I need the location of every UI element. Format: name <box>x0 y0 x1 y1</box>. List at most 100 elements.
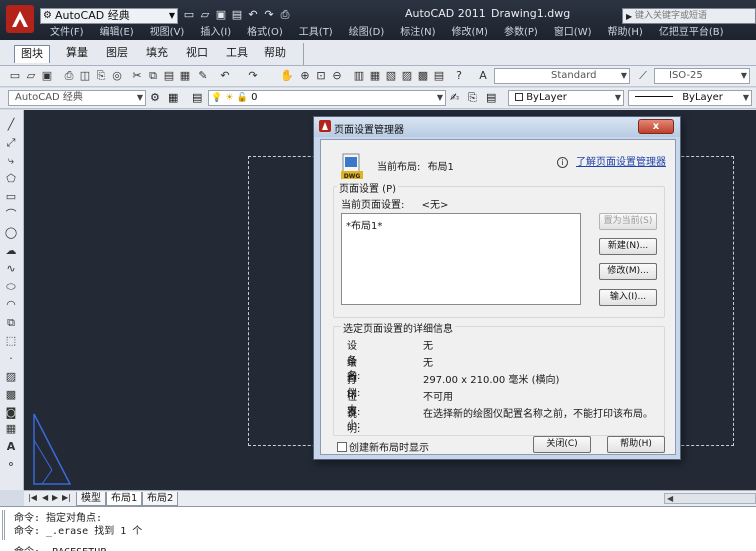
workspace-combo[interactable]: AutoCAD 经典 ▼ <box>8 90 146 106</box>
undo-icon[interactable]: ↶ <box>218 69 232 83</box>
tab-help[interactable]: 帮助 <box>258 45 292 63</box>
layer-previous-icon[interactable]: ✍ <box>450 91 459 104</box>
menu-modify[interactable]: 修改(M) <box>444 26 496 40</box>
tool-palettes-icon[interactable]: ▧ <box>384 69 398 83</box>
add-selected-icon[interactable]: ⚬ <box>4 458 18 472</box>
match-properties-icon[interactable]: ▦ <box>178 69 192 83</box>
show-on-new-layout-checkbox[interactable]: 创建新布局时显示 <box>337 439 429 454</box>
menu-format[interactable]: 格式(O) <box>239 26 291 40</box>
menu-draw[interactable]: 绘图(D) <box>341 26 393 40</box>
menu-tools[interactable]: 工具(T) <box>291 26 341 40</box>
open-icon[interactable]: ▱ <box>24 69 38 83</box>
3d-print-icon[interactable]: ◎ <box>110 69 124 83</box>
close-dialog-button[interactable]: 关闭(C) <box>533 436 591 453</box>
tab-layout2[interactable]: 布局2 <box>142 492 179 506</box>
pan-icon[interactable]: ✋ <box>280 69 294 83</box>
ellipse-arc-icon[interactable]: ◠ <box>4 298 18 312</box>
zoom-window-icon[interactable]: ⊡ <box>314 69 328 83</box>
menu-edit[interactable]: 编辑(E) <box>92 26 142 40</box>
gradient-icon[interactable]: ▩ <box>4 388 18 402</box>
menu-insert[interactable]: 插入(I) <box>192 26 239 40</box>
design-center-icon[interactable]: ▦ <box>368 69 382 83</box>
construction-line-icon[interactable]: ⤢ <box>4 136 18 150</box>
close-button[interactable]: x <box>638 119 674 134</box>
region-icon[interactable]: ◙ <box>4 406 18 420</box>
autocad-logo-icon[interactable] <box>6 5 34 33</box>
tab-model[interactable]: 模型 <box>76 492 106 506</box>
import-button[interactable]: 输入(I)... <box>599 289 657 306</box>
layer-combo[interactable]: 💡 ☀ 🔓 0 ▼ <box>208 90 446 106</box>
cut-icon[interactable]: ✂ <box>130 69 144 83</box>
menu-window[interactable]: 窗口(W) <box>546 26 600 40</box>
search-input[interactable]: ▶ 键入关键字或短语 <box>622 8 756 24</box>
next-tab-icon[interactable]: ▶ <box>52 493 58 502</box>
layer-state-icon[interactable]: ▤ <box>486 91 496 104</box>
command-line[interactable]: 命令: 指定对角点: 命令: _.erase 找到 1 个 命令: _PAGES… <box>0 506 756 551</box>
save-icon[interactable]: ▣ <box>40 69 54 83</box>
menu-platform[interactable]: 亿把豆平台(B) <box>651 26 732 40</box>
toolbar-icon[interactable]: ▦ <box>168 91 178 104</box>
linetype-combo[interactable]: ByLayer ▼ <box>628 90 752 106</box>
save-icon[interactable]: ▣ <box>215 8 227 22</box>
dim-style-combo[interactable]: ISO-25 ▼ <box>654 68 750 84</box>
tab-quantity[interactable]: 算量 <box>60 45 94 63</box>
workspace-selector[interactable]: ⚙ AutoCAD 经典 ▼ <box>40 8 178 24</box>
tab-block[interactable]: 图块 <box>14 45 50 63</box>
tab-hatch[interactable]: 填充 <box>140 45 174 63</box>
spline-icon[interactable]: ∿ <box>4 262 18 276</box>
table-icon[interactable]: ▦ <box>4 422 18 436</box>
menu-view[interactable]: 视图(V) <box>142 26 193 40</box>
print-icon[interactable]: ⎙ <box>279 8 291 22</box>
color-combo[interactable]: ByLayer ▼ <box>508 90 624 106</box>
paste-icon[interactable]: ▤ <box>162 69 176 83</box>
preview-icon[interactable]: ◫ <box>78 69 92 83</box>
page-setup-list[interactable]: *布局1* <box>341 213 581 305</box>
publish-icon[interactable]: ⎘ <box>94 69 108 83</box>
modify-button[interactable]: 修改(M)... <box>599 263 657 280</box>
circle-icon[interactable]: ◯ <box>4 226 18 240</box>
point-icon[interactable]: · <box>4 352 18 366</box>
zoom-realtime-icon[interactable]: ⊕ <box>298 69 312 83</box>
checkbox-box[interactable] <box>337 442 347 452</box>
redo-icon[interactable]: ↷ <box>263 8 275 22</box>
workspace-settings-icon[interactable]: ⚙ <box>150 91 160 104</box>
help-button[interactable]: 帮助(H) <box>607 436 665 453</box>
menu-parametric[interactable]: 参数(P) <box>496 26 546 40</box>
tab-tools[interactable]: 工具 <box>220 45 254 63</box>
brush-icon[interactable]: ✎ <box>196 69 210 83</box>
redo-icon[interactable]: ↷ <box>246 69 260 83</box>
save-as-icon[interactable]: ▤ <box>231 8 243 22</box>
menu-file[interactable]: 文件(F) <box>42 26 92 40</box>
polyline-icon[interactable]: ⤷ <box>4 154 18 168</box>
last-tab-icon[interactable]: ▶| <box>62 493 71 502</box>
arc-icon[interactable]: ⌒ <box>4 208 18 222</box>
layer-manager-icon[interactable]: ▤ <box>192 91 202 104</box>
horizontal-scrollbar[interactable]: ◀ <box>664 493 756 504</box>
revcloud-icon[interactable]: ☁ <box>4 244 18 258</box>
make-block-icon[interactable]: ⬚ <box>4 334 18 348</box>
multiline-text-icon[interactable]: A <box>4 440 18 454</box>
text-style-icon[interactable]: A <box>476 69 490 83</box>
dim-style-icon[interactable]: ⟋ <box>636 69 650 83</box>
calculator-icon[interactable]: ▤ <box>432 69 446 83</box>
new-button[interactable]: 新建(N)... <box>599 238 657 255</box>
menu-dimension[interactable]: 标注(N) <box>392 26 443 40</box>
learn-page-setup-link[interactable]: 了解页面设置管理器 <box>576 157 666 168</box>
list-item[interactable]: *布局1* <box>346 217 382 232</box>
menu-help[interactable]: 帮助(H) <box>600 26 651 40</box>
copy-icon[interactable]: ⧉ <box>146 69 160 83</box>
set-current-button[interactable]: 置为当前(S) <box>599 213 657 230</box>
prev-tab-icon[interactable]: ◀ <box>42 493 48 502</box>
line-icon[interactable]: ╱ <box>4 118 18 132</box>
first-tab-icon[interactable]: |◀ <box>28 493 37 502</box>
properties-icon[interactable]: ▥ <box>352 69 366 83</box>
rectangle-icon[interactable]: ▭ <box>4 190 18 204</box>
new-file-icon[interactable]: ▭ <box>183 8 195 22</box>
zoom-previous-icon[interactable]: ⊖ <box>330 69 344 83</box>
sheet-set-icon[interactable]: ▨ <box>400 69 414 83</box>
hatch-icon[interactable]: ▨ <box>4 370 18 384</box>
insert-block-icon[interactable]: ⧉ <box>4 316 18 330</box>
new-icon[interactable]: ▭ <box>8 69 22 83</box>
polygon-icon[interactable]: ⬠ <box>4 172 18 186</box>
text-style-combo[interactable]: Standard ▼ <box>494 68 630 84</box>
